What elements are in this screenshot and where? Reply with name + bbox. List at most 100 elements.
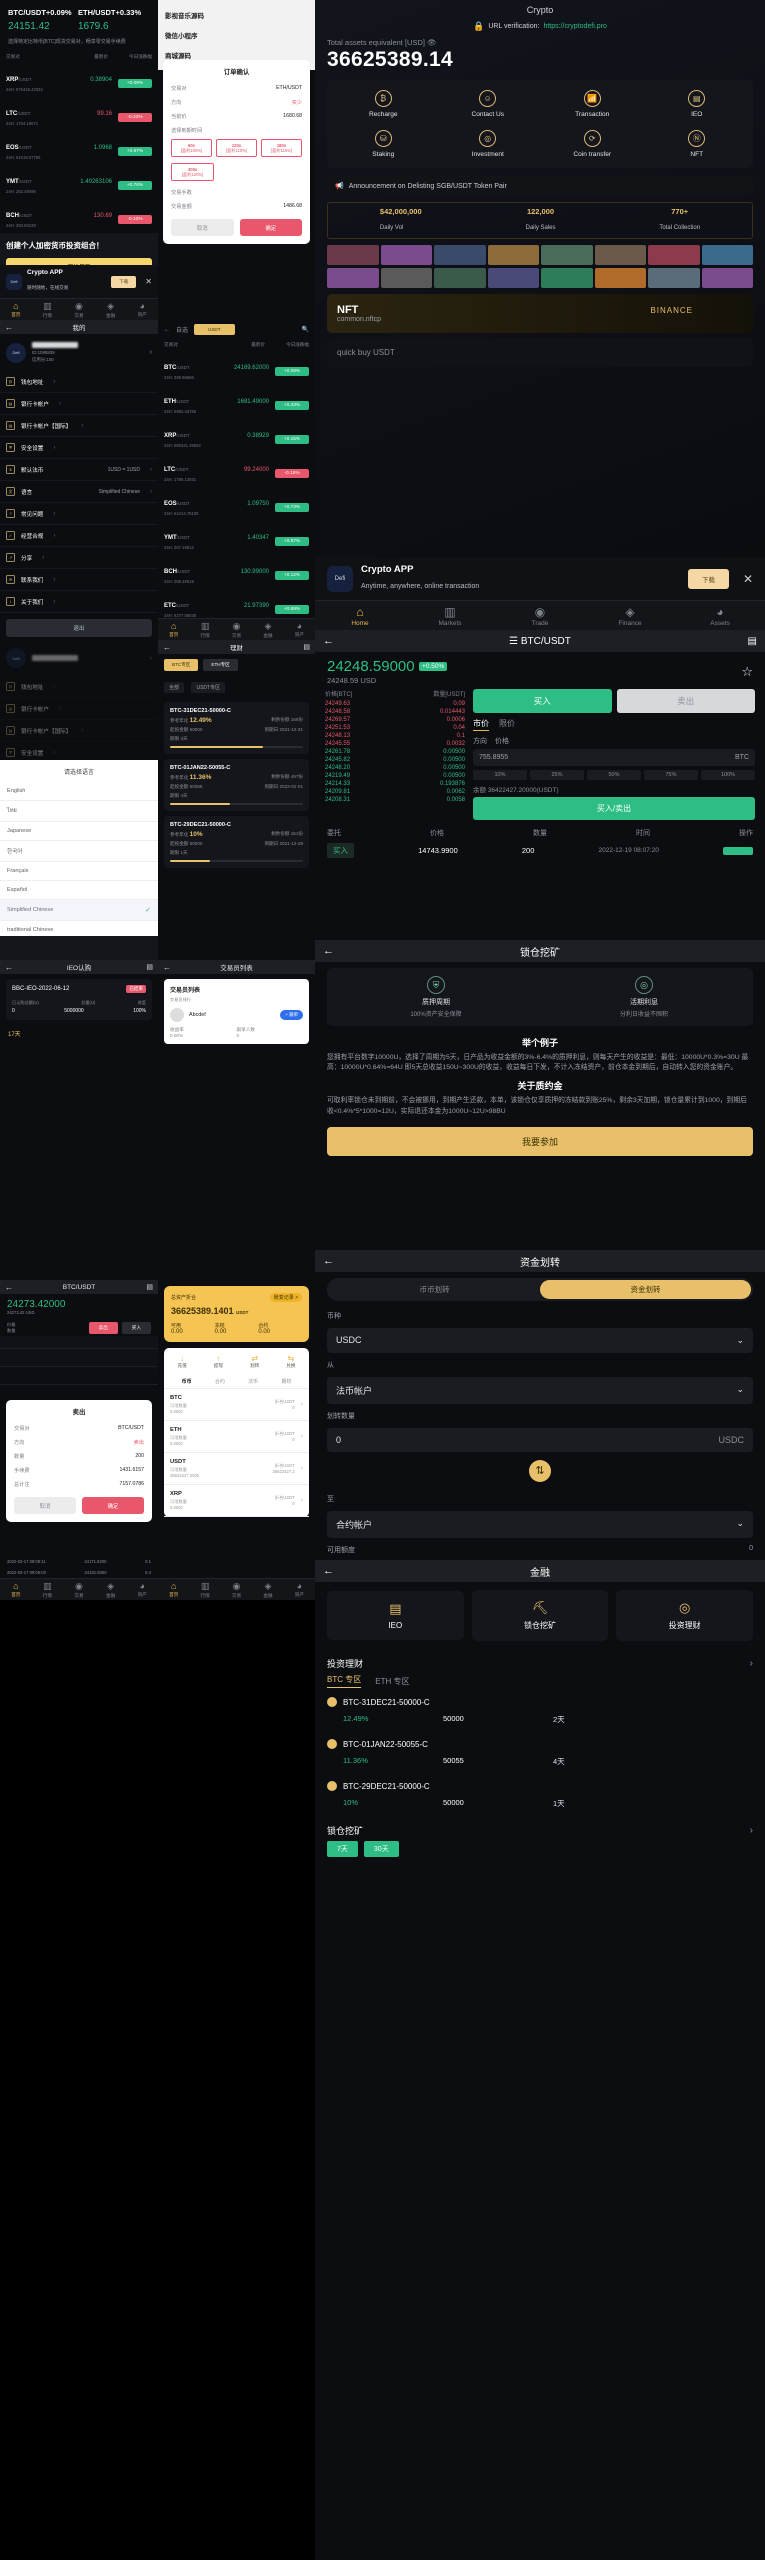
order-opt-row-2[interactable]: 300s [盈利120%]: [163, 161, 310, 185]
back-icon[interactable]: ←: [164, 327, 170, 333]
cancel-button[interactable]: 取消: [14, 1497, 76, 1514]
chevron-right-icon[interactable]: ›: [750, 1658, 753, 1669]
wallet-coin-row[interactable]: XRP 可用数量 0.0000 折合USDT 0 ›: [164, 1485, 309, 1517]
language-option[interactable]: Français: [0, 862, 158, 881]
bottom-nav[interactable]: ⌂ 首页 ▥ 行情 ◉ 交易 ◈ 金融 ◕ 资产: [158, 1578, 315, 1600]
language-sheet[interactable]: 请选择语言 English ไทย Japanese 한국어 Français Españ…: [0, 760, 158, 936]
invest-item[interactable]: BTC-29DEC21-50000-C 10% 50000 1天: [315, 1774, 765, 1816]
sell-confirm-modal[interactable]: 卖出 交易对 BTC/USDT 方向 卖出 数量 200 手续费 1431.6157 总计注 71…: [6, 1400, 152, 1522]
record-link[interactable]: 账变记录 >: [269, 1293, 302, 1302]
buy-sell-toggle[interactable]: 买入 卖出: [473, 689, 755, 713]
record-icon[interactable]: ▤: [146, 1283, 153, 1291]
menu-icon[interactable]: ☰: [509, 636, 518, 647]
nav-assets-icon[interactable]: ◕ 资产: [284, 1581, 315, 1598]
submit-order-button[interactable]: 买入/卖出: [473, 797, 755, 820]
invest-subtabs[interactable]: BTC 专区 ETH 专区: [315, 1672, 765, 1690]
download-button[interactable]: 下载: [687, 568, 729, 589]
tab-usdt[interactable]: USDT: [194, 324, 235, 335]
quick-buy-banner[interactable]: quick buy USDT: [327, 338, 753, 367]
order-option-0[interactable]: 60s [盈利100%]: [171, 139, 212, 157]
market-list[interactable]: BTC/USDT 24H: 396.86686 24169.62000 +0.09% E…: [158, 351, 315, 640]
bottom-nav[interactable]: ⌂ 首页 ▥ 行情 ◉ 交易 ◈ 金融 ◕ 资产: [0, 298, 158, 320]
language-option[interactable]: ไทย: [0, 801, 158, 822]
tab-market[interactable]: 市价: [473, 718, 489, 731]
profile-item-card-intl-icon[interactable]: ▤ 银行卡帐户【国际】 ›: [0, 720, 158, 742]
percent-button[interactable]: 50%: [587, 770, 641, 780]
transfer-tabs[interactable]: 币币划转 资金划转: [327, 1278, 753, 1301]
bottom-nav[interactable]: ⌂ Home ▥ Markets ◉ Trade ◈ Finance ◕ Assets: [315, 600, 765, 630]
nav-finance-icon[interactable]: ◈ 金融: [252, 621, 283, 639]
market-row[interactable]: XRP/USDT 24H: 576416.43332 0.38904 +0.09%: [0, 63, 158, 97]
back-icon[interactable]: ←: [323, 945, 334, 957]
invest-item[interactable]: BTC-01JAN22-50055-C 11.36% 50055 4天: [315, 1732, 765, 1774]
finance-card[interactable]: BTC-01JAN22-50055-C 参考年化 11.36% 剩余份额 497份起…: [164, 759, 309, 811]
profile-item-card-intl-icon[interactable]: ▤ 银行卡帐户【国际】 ›: [0, 415, 158, 437]
quick-action-recharge-icon[interactable]: ₿ Recharge: [331, 90, 436, 118]
coin-select[interactable]: USDC ⌄: [327, 1328, 753, 1353]
tab-eth[interactable]: ETH专区: [203, 659, 238, 671]
wallet-coin-row[interactable]: ETH 可用数量 0.0000 折合USDT 0 ›: [164, 1421, 309, 1453]
profile-item-shield-icon[interactable]: ⛨ 安全设置 ›: [0, 437, 158, 459]
trader-card[interactable]: 交易员列表 交易员排行 Abcdef + 跟单 收益率 0.00% 跟单人数 0: [164, 979, 309, 1044]
wallet-coin-row[interactable]: USDT 可用数量 36622427.2000 折合USDT 36622427.2 ›: [164, 1453, 309, 1485]
finance-chips[interactable]: 全部 USDT专区: [158, 676, 315, 697]
back-icon[interactable]: ←: [323, 635, 334, 647]
back-icon[interactable]: ←: [163, 643, 171, 652]
nav-assets-icon[interactable]: ◕ 资产: [284, 621, 315, 638]
nav-home-icon[interactable]: ⌂ 首页: [0, 1581, 32, 1598]
nav-markets-icon[interactable]: ▥ 行情: [189, 621, 220, 639]
order-type-tabs[interactable]: 市价 限价: [473, 713, 755, 736]
nft-thumbs-row-2[interactable]: [327, 268, 753, 288]
tab-btc[interactable]: BTC专区: [164, 659, 199, 671]
order-option-3[interactable]: 300s [盈利120%]: [171, 163, 215, 181]
nav-finance-icon[interactable]: ◈ 金融: [95, 301, 127, 319]
amount-input[interactable]: 755.8955 BTC: [473, 749, 755, 766]
finance-card[interactable]: BTC-31DEC21-50000-C 参考年化 12.49% 剩余份额 166份起…: [164, 702, 309, 754]
wallet-action-提现[interactable]: ↑ 提现: [200, 1354, 236, 1369]
market-list[interactable]: XRP/USDT 24H: 576416.43332 0.38904 +0.09% LT…: [0, 63, 158, 233]
bottom-nav[interactable]: ⌂ 首页 ▥ 行情 ◉ 交易 ◈ 金融 ◕ 资产: [0, 1578, 158, 1600]
record-icon[interactable]: ▤: [303, 643, 310, 651]
sell-modal-buttons[interactable]: 取消 确定: [6, 1491, 152, 1522]
nav-trade-icon[interactable]: ◉ 交易: [221, 621, 252, 639]
tab-coin-transfer[interactable]: 币币划转: [329, 1280, 540, 1299]
invest-item[interactable]: BTC-31DEC21-50000-C 12.49% 50000 2天: [315, 1690, 765, 1732]
quick-action-transaction-icon[interactable]: 📶 Transaction: [540, 90, 645, 118]
profile-item-compliance-icon[interactable]: ✓ 经营合规 ›: [0, 525, 158, 547]
market-row[interactable]: EOS/USDT 24H: 61214.79105 1.09750 +0.73%: [158, 487, 315, 521]
percent-button[interactable]: 10%: [473, 770, 527, 780]
market-row[interactable]: LTC/USDT 24H: 1704.18671 99.16 -0.23%: [0, 97, 158, 131]
nav-home-icon[interactable]: ⌂ 首页: [158, 1581, 189, 1598]
ieo-card[interactable]: BBC-IEO-2022-06-12 已结束 已认购总额(U) 总量(U) 进度…: [6, 979, 152, 1020]
quick-action-staking-icon[interactable]: ⛁ Staking: [331, 130, 436, 158]
language-option[interactable]: traditional Chinese: [0, 921, 158, 936]
wallet-tab[interactable]: 法币: [237, 1378, 270, 1385]
quick-actions-grid[interactable]: ₿ Recharge ☺ Contact Us 📶 Transaction ▤ IEO ⛁ Sta…: [327, 80, 753, 168]
profile-menu-list[interactable]: ₿ 钱包地址 › ▤ 银行卡帐户 › ▤ 银行卡帐户【国际】 › ⛨ 安全设置 › $ 默认法币 1USD …: [0, 371, 158, 637]
profile-item-share-icon[interactable]: ↗ 分享 ›: [0, 547, 158, 569]
market-row[interactable]: XRP/USDT 24H: 580321.39552 0.38929 +0.15%: [158, 419, 315, 453]
star-icon[interactable]: ☆: [741, 664, 753, 680]
record-icon[interactable]: ▤: [146, 963, 153, 971]
nav-markets-icon[interactable]: ▥ 行情: [189, 1581, 220, 1599]
market-row[interactable]: YMT/USDT 24H: 262.49096 1.40263106 +0.76%: [0, 165, 158, 199]
source-menu-items[interactable]: 影视音乐源码 微信小程序 商城源码: [165, 5, 308, 65]
follow-button[interactable]: + 跟单: [280, 1010, 303, 1020]
lock-chip-0[interactable]: 7天: [327, 1841, 358, 1857]
finance-entry-cards[interactable]: ▤ IEO ⛏ 锁仓挖矿 ◎ 投资理财: [315, 1582, 765, 1649]
chip-usdt[interactable]: USDT专区: [191, 682, 226, 693]
nft-thumbs-row-1[interactable]: [327, 245, 753, 265]
percent-button[interactable]: 75%: [644, 770, 698, 780]
finance-entry-IEO[interactable]: ▤ IEO: [327, 1591, 464, 1640]
percent-buttons[interactable]: 10% 25% 50% 75% 100%: [473, 770, 755, 780]
quick-action-ieo-icon[interactable]: ▤ IEO: [645, 90, 750, 118]
sell-button[interactable]: 卖出: [616, 689, 755, 713]
wallet-actions-and-coins[interactable]: ↓ 充值 ↑ 提现 ⇄ 划转 ⇆ 兑换 币币 合约 法币 期权 BTC 可用数量 0.0000 折合USD…: [164, 1348, 309, 1517]
close-icon[interactable]: ✕: [145, 277, 152, 286]
record-icon[interactable]: ▤: [748, 636, 757, 647]
profile-item-faq-icon[interactable]: ? 常见问题 ›: [0, 503, 158, 525]
nav-home-icon[interactable]: ⌂ 首页: [158, 621, 189, 638]
subtab-eth[interactable]: ETH 专区: [375, 1676, 409, 1687]
market-row[interactable]: ETH/USDT 24H: 5992.43766 1681.49000 +0.43%: [158, 385, 315, 419]
nav-finance-icon[interactable]: ◈ 金融: [95, 1581, 127, 1599]
